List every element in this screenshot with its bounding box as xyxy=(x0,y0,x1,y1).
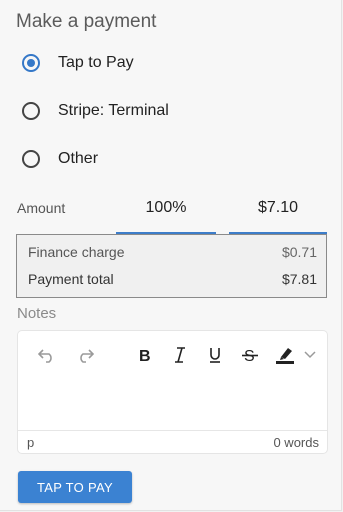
amount-label: Amount xyxy=(17,200,66,216)
payment-total-label: Payment total xyxy=(28,271,114,287)
radio-button[interactable] xyxy=(22,150,40,168)
italic-icon[interactable] xyxy=(170,341,190,369)
finance-charge-label: Finance charge xyxy=(28,244,125,260)
radio-other[interactable]: Other xyxy=(22,147,98,171)
notes-editor: B S p 0 words xyxy=(18,331,327,453)
amount-value: $7.10 xyxy=(257,199,299,216)
word-count: 0 words xyxy=(273,435,319,450)
payment-summary: Finance charge $0.71 Payment total $7.81 xyxy=(16,234,327,298)
radio-label: Stripe: Terminal xyxy=(58,102,169,119)
tap-to-pay-button[interactable]: TAP TO PAY xyxy=(18,471,132,503)
finance-charge-row: Finance charge $0.71 xyxy=(28,244,317,260)
radio-label: Tap to Pay xyxy=(58,54,134,71)
finance-charge-value: $0.71 xyxy=(281,244,317,260)
highlight-icon[interactable] xyxy=(274,341,296,369)
payment-panel: Make a payment Tap to Pay Stripe: Termin… xyxy=(0,0,342,511)
amount-input[interactable]: $7.10 xyxy=(229,192,327,235)
chevron-down-icon[interactable] xyxy=(303,341,317,369)
notes-label: Notes xyxy=(17,305,57,322)
bold-icon[interactable]: B xyxy=(135,341,155,369)
editor-status-bar: p 0 words xyxy=(18,430,327,453)
redo-icon[interactable] xyxy=(74,341,96,369)
svg-text:B: B xyxy=(139,348,151,363)
radio-label: Other xyxy=(58,150,99,167)
underline-icon[interactable] xyxy=(205,341,225,369)
payment-total-value: $7.81 xyxy=(281,271,317,287)
percent-value: 100% xyxy=(145,199,187,216)
radio-button[interactable] xyxy=(22,54,40,72)
percent-input[interactable]: 100% xyxy=(116,192,216,235)
element-path: p xyxy=(27,435,35,450)
strikethrough-icon[interactable]: S xyxy=(240,341,260,369)
page-title: Make a payment xyxy=(16,11,157,32)
radio-button[interactable] xyxy=(22,102,40,120)
radio-stripe-terminal[interactable]: Stripe: Terminal xyxy=(22,99,169,123)
editor-toolbar: B S xyxy=(18,341,327,369)
radio-tap-to-pay[interactable]: Tap to Pay xyxy=(22,51,134,75)
undo-icon[interactable] xyxy=(36,341,58,369)
notes-text-area[interactable] xyxy=(18,381,327,429)
payment-total-row: Payment total $7.81 xyxy=(28,271,317,287)
